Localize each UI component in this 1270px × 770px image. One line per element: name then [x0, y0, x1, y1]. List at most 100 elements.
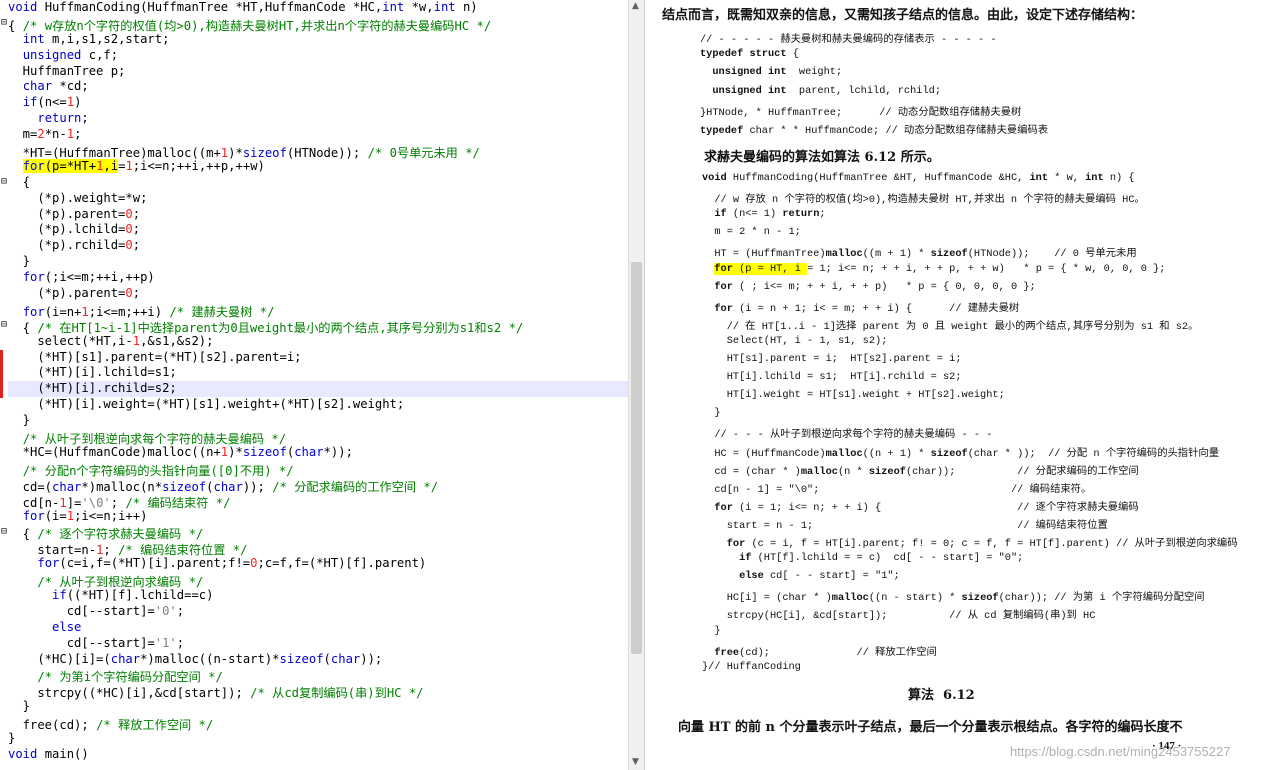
book-code-line: }// HuffanCoding [702, 660, 801, 673]
scroll-up-arrow-icon[interactable]: ▲ [632, 1, 639, 11]
book-code-line: } [702, 624, 721, 637]
code-line[interactable]: for(p=*HT+1,i=1;i<=n;++i,++p,++w) [8, 158, 628, 175]
book-code-line: cd = (char * )malloc(n * sizeof(char)); … [702, 465, 1139, 478]
fold-toggle-icon[interactable]: ⊟ [1, 15, 7, 31]
book-code-line: if (HT[f].lchild = = c) cd[ - - start] =… [739, 552, 1024, 565]
book-code-line: HT = (HuffmanTree)malloc((m + 1) * sizeo… [702, 248, 1137, 261]
code-area[interactable]: void HuffmanCoding(HuffmanTree *HT,Huffm… [8, 0, 628, 763]
code-line[interactable]: *HC=(HuffmanCode)malloc((n+1)*sizeof(cha… [8, 445, 628, 461]
book-code-line: HT[i].weight = HT[s1].weight + HT[s2].we… [702, 389, 1005, 402]
editor-vertical-scrollbar[interactable]: ▲ ▼ [628, 0, 644, 770]
code-line[interactable]: (*HC)[i]=(char*)malloc((n-start)*sizeof(… [8, 652, 628, 668]
book-code-line: typedef struct { [700, 48, 799, 61]
code-line[interactable]: } [8, 731, 628, 747]
book-code-line: HT[s1].parent = i; HT[s2].parent = i; [702, 353, 962, 365]
code-line[interactable]: int m,i,s1,s2,start; [8, 32, 628, 48]
scroll-down-arrow-icon[interactable]: ▼ [632, 757, 639, 767]
code-line[interactable]: (*p).parent=0; [8, 207, 628, 223]
window-splitter[interactable] [644, 0, 659, 770]
change-marker [0, 365, 3, 382]
code-line[interactable]: m=2*n-1; [8, 127, 628, 143]
watermark-text: https://blog.csdn.net/ming2453755227 [1010, 744, 1231, 759]
book-code-line: Select(HT, i - 1, s1, s2); [702, 334, 888, 347]
code-line[interactable]: start=n-1; /* 编码结束符位置 */ [8, 540, 628, 557]
code-line[interactable]: for(i=1;i<=n;i++) [8, 509, 628, 525]
code-line[interactable]: (*p).rchild=0; [8, 238, 628, 254]
book-code-line: // 在 HT[1..i - 1]选择 parent 为 0 且 weight … [702, 320, 1199, 333]
code-line[interactable]: cd=(char*)malloc(n*sizeof(char)); /* 分配求… [8, 477, 628, 494]
book-code-line: HT[i].lchild = s1; HT[i].rchild = s2; [702, 371, 962, 384]
change-marker [0, 349, 3, 366]
book-code-line: else cd[ - - start] = "1"; [739, 570, 900, 583]
book-code-line: cd[n - 1] = "\0"; // 编码结束符。 [702, 483, 1092, 496]
code-line[interactable]: strcpy((*HC)[i],&cd[start]); /* 从cd复制编码(… [8, 683, 628, 700]
code-line[interactable]: } [8, 413, 628, 429]
code-line[interactable]: for(i=n+1;i<=m;++i) /* 建赫夫曼树 */ [8, 302, 628, 319]
book-code-line: free(cd); // 释放工作空间 [714, 646, 937, 659]
book-code-line: if (n<= 1) return; [714, 208, 826, 221]
fold-toggle-icon[interactable]: ⊟ [1, 317, 7, 333]
book-code-line: // w 存放 n 个字符的权值(均>0),构造赫夫曼树 HT,并求出 n 个字… [702, 194, 1145, 207]
code-line[interactable]: /* 从叶子到根逆向求编码 */ [8, 572, 628, 589]
code-line[interactable]: cd[n-1]='\0'; /* 编码结束符 */ [8, 493, 628, 510]
code-editor[interactable]: ⊟ ⊟ ⊟ ⊟ void HuffmanCoding(HuffmanTree *HT,… [0, 0, 644, 770]
code-line[interactable]: for(c=i,f=(*HT)[i].parent;f!=0;c=f,f=(*H… [8, 556, 628, 572]
book-code-line: strcpy(HC[i], &cd[start]); // 从 cd 复制编码(… [702, 610, 1096, 623]
code-line[interactable]: void main() [8, 747, 628, 763]
code-line[interactable]: return; [8, 111, 628, 127]
code-line[interactable]: HuffmanTree p; [8, 64, 628, 80]
book-code-line: for (i = n + 1; i< = m; + + i) { // 建赫夫曼… [714, 302, 1020, 315]
code-line[interactable]: (*p).lchild=0; [8, 222, 628, 238]
code-line[interactable]: void HuffmanCoding(HuffmanTree *HT,Huffm… [8, 0, 628, 16]
code-line[interactable]: } [8, 254, 628, 270]
scrollbar-thumb[interactable] [631, 262, 642, 654]
code-line[interactable]: cd[--start]='1'; [8, 636, 628, 652]
book-code-line: void HuffmanCoding(HuffmanTree &HT, Huff… [702, 172, 1135, 184]
book-code-line: m = 2 * n - 1; [702, 226, 801, 239]
book-code-line: typedef char * * HuffmanCode; // 动态分配数组存… [700, 125, 1049, 137]
book-code-line: }HTNode, * HuffmanTree; // 动态分配数组存储赫夫曼树 [700, 106, 1022, 119]
code-line[interactable]: { [8, 175, 628, 191]
code-line[interactable]: char *cd; [8, 79, 628, 95]
code-line[interactable]: /* 从叶子到根逆向求每个字符的赫夫曼编码 */ [8, 429, 628, 446]
code-line[interactable]: *HT=(HuffmanTree)malloc((m+1)*sizeof(HTN… [8, 143, 628, 160]
code-line[interactable]: for(;i<=m;++i,++p) [8, 270, 628, 286]
book-footer-text: 向量 HT 的前 n 个分量表示叶子结点，最后一个分量表示根结点。各字符的编码长… [678, 720, 1183, 735]
book-intro-text: 结点而言，既需知双亲的信息，又需知孩子结点的信息。由此，设定下述存储结构： [662, 8, 1144, 23]
code-line[interactable]: { /* 逐个字符求赫夫曼编码 */ [8, 524, 628, 541]
change-marker [0, 381, 3, 398]
code-line[interactable]: { /* 在HT[1~i-1]中选择parent为0且weight最小的两个结点… [8, 318, 628, 335]
book-code-line: // - - - - - 赫夫曼树和赫夫曼编码的存储表示 - - - - - [700, 34, 997, 46]
book-code-line: } [702, 407, 721, 420]
code-line[interactable]: /* 分配n个字符编码的头指针向量([0]不用) */ [8, 461, 628, 478]
code-line[interactable]: select(*HT,i-1,&s1,&s2); [8, 334, 628, 350]
code-line[interactable]: (*HT)[i].weight=(*HT)[s1].weight+(*HT)[s… [8, 397, 628, 413]
code-line[interactable]: unsigned c,f; [8, 48, 628, 64]
book-code-line: for (p = HT, i = 1; i<= n; + + i, + + p,… [714, 262, 1166, 275]
book-code-line: unsigned int parent, lchild, rchild; [712, 84, 942, 97]
code-line[interactable]: (*HT)[i].lchild=s1; [8, 365, 628, 381]
code-line[interactable]: { /* w存放n个字符的权值(均>0),构造赫夫曼树HT,并求出n个字符的赫夫… [8, 16, 628, 33]
book-code-line: for (c = i, f = HT[i].parent; f! = 0; c … [726, 538, 1238, 550]
code-line[interactable]: /* 为第i个字符编码分配空间 */ [8, 667, 628, 684]
book-code-line: // - - - 从叶子到根逆向求每个字符的赫夫曼编码 - - - [702, 429, 993, 442]
code-line[interactable]: (*p).parent=0; [8, 286, 628, 302]
code-line[interactable]: (*HT)[s1].parent=(*HT)[s2].parent=i; [8, 350, 628, 366]
code-line[interactable]: } [8, 699, 628, 715]
code-line[interactable]: free(cd); /* 释放工作空间 */ [8, 715, 628, 732]
book-algorithm-caption: 算法 6.12 [908, 688, 975, 703]
code-line[interactable]: cd[--start]='0'; [8, 604, 628, 620]
fold-toggle-icon[interactable]: ⊟ [1, 524, 7, 540]
book-code-line: start = n - 1; // 编码结束符位置 [702, 519, 1108, 532]
book-algo-heading: 求赫夫曼编码的算法如算法 6.12 所示。 [704, 150, 940, 165]
fold-toggle-icon[interactable]: ⊟ [1, 174, 7, 190]
book-code-line: HC[i] = (char * )malloc((n - start) * si… [702, 592, 1205, 605]
book-code-line: HC = (HuffmanCode)malloc((n + 1) * sizeo… [702, 447, 1219, 460]
code-line[interactable]: (*HT)[i].rchild=s2; [8, 381, 628, 398]
book-code-line: for (i = 1; i<= n; + + i) { // 逐个字符求赫夫曼编… [714, 501, 1139, 514]
code-line[interactable]: else [8, 620, 628, 636]
book-code-line: for ( ; i<= m; + + i, + + p) * p = { 0, … [714, 280, 1036, 293]
code-line[interactable]: if((*HT)[f].lchild==c) [8, 588, 628, 604]
code-line[interactable]: if(n<=1) [8, 95, 628, 111]
code-line[interactable]: (*p).weight=*w; [8, 191, 628, 207]
